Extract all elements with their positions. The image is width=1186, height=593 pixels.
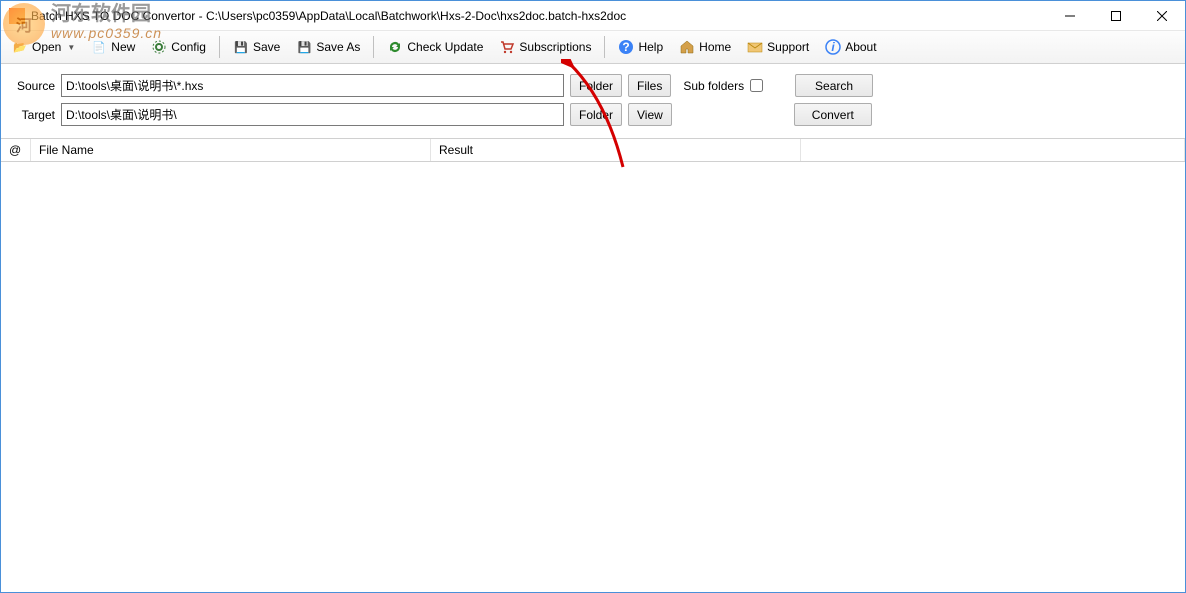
folder-open-icon: 📂 — [12, 39, 28, 55]
support-button[interactable]: Support — [740, 35, 816, 59]
toolbar: 📂 Open ▼ 📄 New Config 💾 Save 💾 Save As C… — [1, 31, 1185, 64]
app-icon — [9, 8, 25, 24]
home-button[interactable]: Home — [672, 35, 738, 59]
new-button[interactable]: 📄 New — [84, 35, 142, 59]
open-label: Open — [32, 40, 61, 54]
svg-text:i: i — [832, 40, 836, 54]
col-file-name[interactable]: File Name — [31, 139, 431, 161]
gear-icon — [151, 39, 167, 55]
file-list-header: @ File Name Result — [1, 138, 1185, 162]
save-icon: 💾 — [233, 39, 249, 55]
support-label: Support — [767, 40, 809, 54]
mail-icon — [747, 39, 763, 55]
about-label: About — [845, 40, 876, 54]
col-result[interactable]: Result — [431, 139, 801, 161]
target-label: Target — [13, 108, 55, 122]
toolbar-separator — [604, 36, 605, 58]
config-label: Config — [171, 40, 206, 54]
toolbar-separator — [219, 36, 220, 58]
save-as-label: Save As — [316, 40, 360, 54]
check-update-button[interactable]: Check Update — [380, 35, 490, 59]
col-spacer — [801, 139, 1185, 161]
new-label: New — [111, 40, 135, 54]
source-input[interactable] — [61, 74, 564, 97]
close-button[interactable] — [1139, 1, 1185, 31]
col-at[interactable]: @ — [1, 139, 31, 161]
chevron-down-icon: ▼ — [67, 43, 75, 52]
subfolders-checkbox[interactable] — [750, 79, 763, 92]
target-input[interactable] — [61, 103, 564, 126]
maximize-button[interactable] — [1093, 1, 1139, 31]
source-label: Source — [13, 79, 55, 93]
search-button[interactable]: Search — [795, 74, 873, 97]
cart-icon — [499, 39, 515, 55]
subfolders-text: Sub folders — [683, 79, 744, 93]
help-label: Help — [638, 40, 663, 54]
window-title: Batch HXS TO DOC Convertor - C:\Users\pc… — [31, 9, 1047, 23]
save-button[interactable]: 💾 Save — [226, 35, 287, 59]
info-icon: i — [825, 39, 841, 55]
help-button[interactable]: ? Help — [611, 35, 670, 59]
home-label: Home — [699, 40, 731, 54]
target-view-button[interactable]: View — [628, 103, 672, 126]
subscriptions-button[interactable]: Subscriptions — [492, 35, 598, 59]
help-icon: ? — [618, 39, 634, 55]
svg-text:?: ? — [623, 40, 630, 54]
source-files-button[interactable]: Files — [628, 74, 671, 97]
about-button[interactable]: i About — [818, 35, 883, 59]
toolbar-separator — [373, 36, 374, 58]
form-area: Source Folder Files Sub folders Search T… — [1, 64, 1185, 138]
open-button[interactable]: 📂 Open ▼ — [5, 35, 82, 59]
config-button[interactable]: Config — [144, 35, 213, 59]
save-as-button[interactable]: 💾 Save As — [289, 35, 367, 59]
home-icon — [679, 39, 695, 55]
check-update-label: Check Update — [407, 40, 483, 54]
minimize-button[interactable] — [1047, 1, 1093, 31]
save-as-icon: 💾 — [296, 39, 312, 55]
title-bar: Batch HXS TO DOC Convertor - C:\Users\pc… — [1, 1, 1185, 31]
new-file-icon: 📄 — [91, 39, 107, 55]
save-label: Save — [253, 40, 280, 54]
subscriptions-label: Subscriptions — [519, 40, 591, 54]
source-folder-button[interactable]: Folder — [570, 74, 622, 97]
subfolders-label-wrap[interactable]: Sub folders — [683, 79, 763, 93]
target-folder-button[interactable]: Folder — [570, 103, 622, 126]
convert-button[interactable]: Convert — [794, 103, 872, 126]
refresh-icon — [387, 39, 403, 55]
